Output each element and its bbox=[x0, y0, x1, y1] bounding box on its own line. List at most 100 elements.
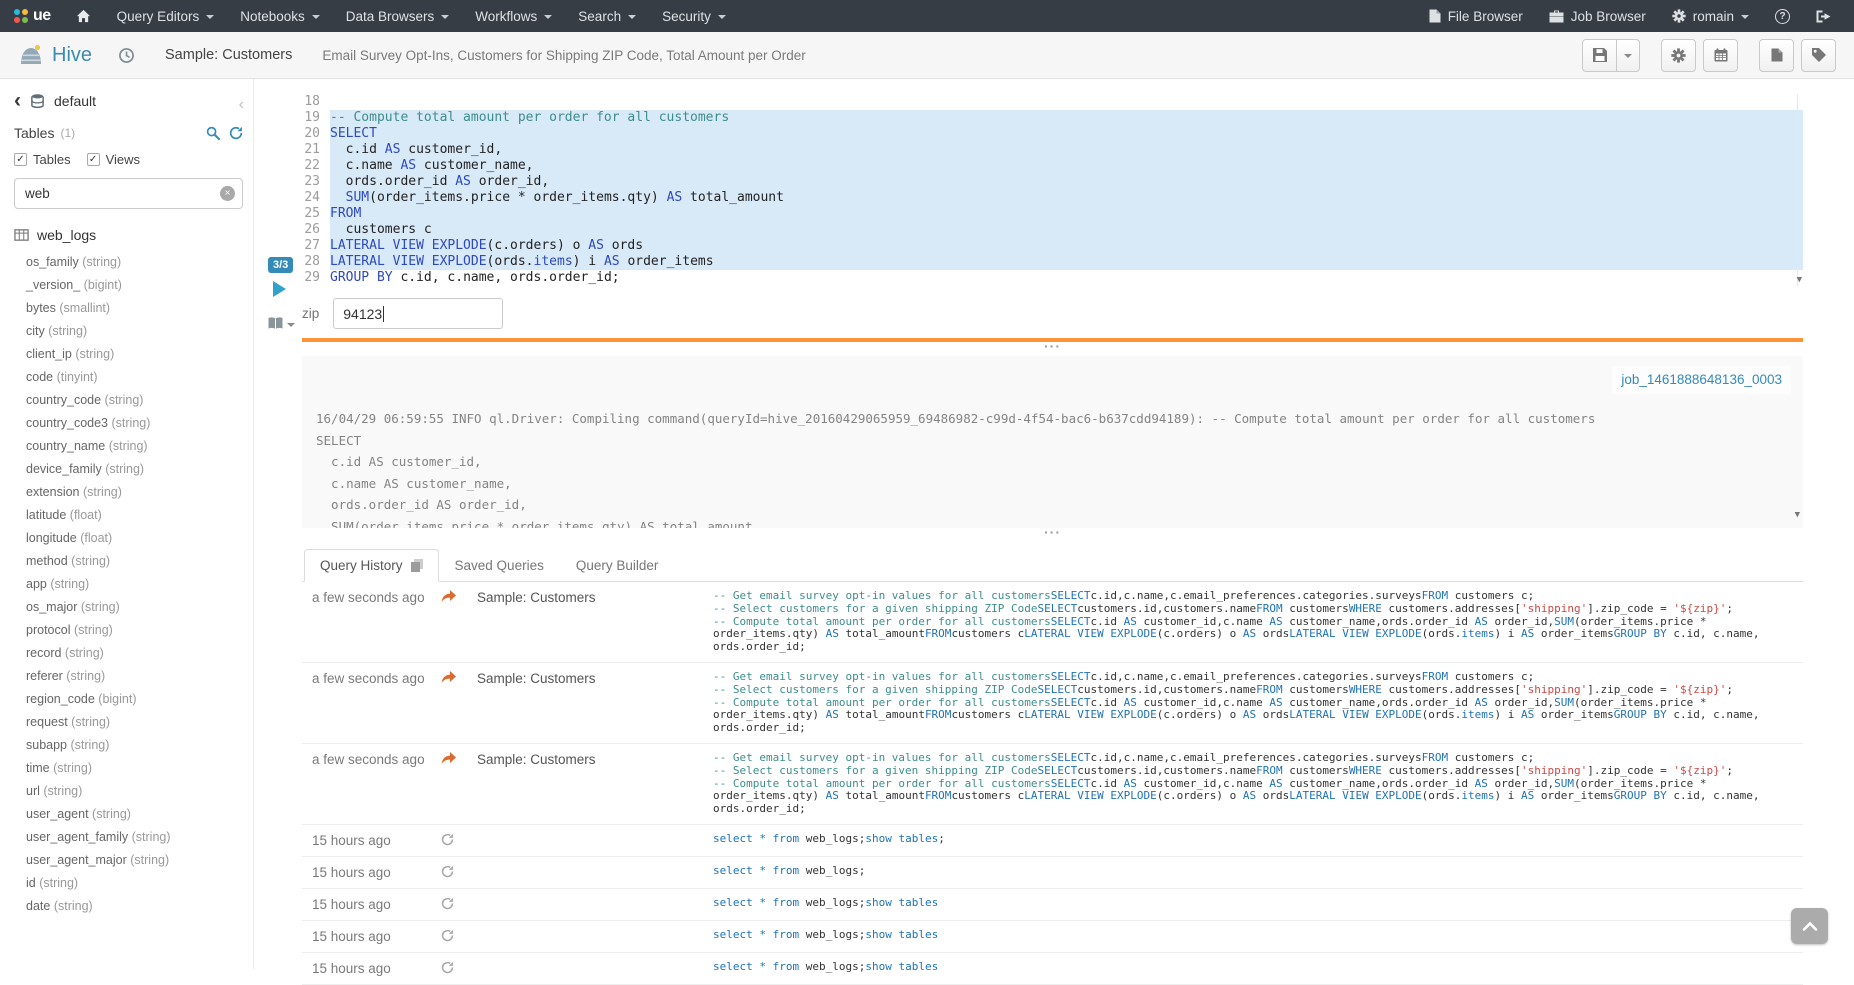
query-log-panel: 16/04/29 06:59:55 INFO ql.Driver: Compil… bbox=[302, 356, 1803, 528]
menu-search[interactable]: Search bbox=[565, 0, 649, 32]
history-row[interactable]: a few seconds agoSample: Customers-- Get… bbox=[302, 582, 1803, 663]
column-item-os-family[interactable]: os_family (string) bbox=[14, 251, 243, 274]
tab-saved-queries[interactable]: Saved Queries bbox=[439, 549, 560, 582]
column-item-extension[interactable]: extension (string) bbox=[14, 481, 243, 504]
user-menu[interactable]: romain bbox=[1659, 0, 1762, 32]
column-item-city[interactable]: city (string) bbox=[14, 320, 243, 343]
column-item-subapp[interactable]: subapp (string) bbox=[14, 734, 243, 757]
history-row[interactable]: 15 hours agoselect * from web_logs;show … bbox=[302, 921, 1803, 953]
column-item-code[interactable]: code (tinyint) bbox=[14, 366, 243, 389]
tab-query-builder[interactable]: Query Builder bbox=[560, 549, 675, 582]
schedule-button[interactable] bbox=[1703, 39, 1738, 72]
column-item-longitude[interactable]: longitude (float) bbox=[14, 527, 243, 550]
logout-button[interactable] bbox=[1803, 0, 1844, 32]
log-scroll-down-icon[interactable]: ▼ bbox=[1795, 505, 1800, 527]
table-search-input[interactable] bbox=[14, 178, 243, 209]
editor-scrollbar[interactable] bbox=[1797, 94, 1798, 286]
column-item-method[interactable]: method (string) bbox=[14, 550, 243, 573]
history-sql: -- Get email survey opt-in values for al… bbox=[713, 590, 1803, 654]
history-query-name: Sample: Customers bbox=[477, 752, 713, 767]
history-row[interactable]: 15 hours agoselect * from web_logs;show … bbox=[302, 825, 1803, 857]
column-item-request[interactable]: request (string) bbox=[14, 711, 243, 734]
history-row[interactable]: 15 hours agoselect * from web_logs; bbox=[302, 857, 1803, 889]
column-item-country-code[interactable]: country_code (string) bbox=[14, 389, 243, 412]
recent-queries-icon[interactable] bbox=[118, 47, 135, 64]
column-item-id[interactable]: id (string) bbox=[14, 872, 243, 895]
app-name[interactable]: Hive bbox=[52, 44, 92, 67]
database-name[interactable]: default bbox=[54, 93, 96, 109]
home-icon bbox=[76, 9, 91, 23]
search-tables-icon[interactable] bbox=[206, 126, 220, 140]
home-button[interactable] bbox=[63, 0, 104, 32]
table-item-web-logs[interactable]: web_logs bbox=[14, 227, 243, 243]
app-header: Hive Sample: Customers Email Survey Opt-… bbox=[0, 32, 1854, 79]
saved-query-toggle[interactable] bbox=[268, 317, 295, 330]
column-item-device-family[interactable]: device_family (string) bbox=[14, 458, 243, 481]
filter-views-checkbox[interactable]: ✓Views bbox=[87, 152, 140, 167]
scroll-to-top-button[interactable] bbox=[1791, 908, 1828, 944]
code-line: c.id AS customer_id, bbox=[330, 142, 1803, 158]
results-resize-handle[interactable]: ··· bbox=[302, 530, 1803, 538]
result-tabs: Query HistorySaved QueriesQuery Builder bbox=[302, 548, 1803, 582]
column-item-protocol[interactable]: protocol (string) bbox=[14, 619, 243, 642]
column-list: os_family (string)_version_ (bigint)byte… bbox=[14, 251, 243, 918]
job-link[interactable]: job_1461888648136_0003 bbox=[1612, 366, 1791, 394]
hue-logo[interactable]: ue bbox=[12, 7, 63, 25]
history-row[interactable]: 15 hours agoselect * from web_logs;show … bbox=[302, 889, 1803, 921]
help-button[interactable]: ? bbox=[1762, 0, 1803, 32]
filter-tables-checkbox[interactable]: ✓Tables bbox=[14, 152, 71, 167]
column-item-region-code[interactable]: region_code (bigint) bbox=[14, 688, 243, 711]
history-time: a few seconds ago bbox=[312, 752, 437, 767]
log-resize-handle[interactable]: ··· bbox=[302, 344, 1803, 352]
column-item-user-agent-major[interactable]: user_agent_major (string) bbox=[14, 849, 243, 872]
settings-button[interactable] bbox=[1661, 39, 1696, 72]
refresh-tables-icon[interactable] bbox=[229, 126, 243, 140]
column-item-user-agent-family[interactable]: user_agent_family (string) bbox=[14, 826, 243, 849]
job-browser-link[interactable]: Job Browser bbox=[1536, 0, 1659, 32]
execute-query-button[interactable] bbox=[273, 281, 286, 297]
menu-notebooks[interactable]: Notebooks bbox=[227, 0, 333, 32]
menu-query-editors[interactable]: Query Editors bbox=[104, 0, 228, 32]
collapse-sidebar-icon[interactable]: ‹ bbox=[239, 96, 244, 114]
tab-query-history[interactable]: Query History bbox=[304, 549, 439, 582]
file-browser-link[interactable]: File Browser bbox=[1416, 0, 1536, 32]
column-item-app[interactable]: app (string) bbox=[14, 573, 243, 596]
reload-icon bbox=[441, 865, 454, 878]
menu-data-browsers[interactable]: Data Browsers bbox=[333, 0, 463, 32]
column-item-referer[interactable]: referer (string) bbox=[14, 665, 243, 688]
column-item-time[interactable]: time (string) bbox=[14, 757, 243, 780]
new-document-button[interactable] bbox=[1759, 39, 1794, 72]
tags-icon bbox=[1812, 48, 1826, 62]
line-number: 22 bbox=[302, 158, 330, 174]
column-item--version-[interactable]: _version_ (bigint) bbox=[14, 274, 243, 297]
forward-icon bbox=[441, 590, 456, 603]
column-item-user-agent[interactable]: user_agent (string) bbox=[14, 803, 243, 826]
sql-editor[interactable]: 1819-- Compute total amount per order fo… bbox=[302, 94, 1803, 286]
column-item-record[interactable]: record (string) bbox=[14, 642, 243, 665]
column-item-bytes[interactable]: bytes (smallint) bbox=[14, 297, 243, 320]
top-navbar: ue Query EditorsNotebooksData BrowsersWo… bbox=[0, 0, 1854, 32]
column-item-country-code3[interactable]: country_code3 (string) bbox=[14, 412, 243, 435]
cog-icon bbox=[1672, 9, 1686, 23]
column-item-latitude[interactable]: latitude (float) bbox=[14, 504, 243, 527]
clear-search-icon[interactable]: × bbox=[220, 186, 235, 201]
column-item-date[interactable]: date (string) bbox=[14, 895, 243, 918]
history-row[interactable]: a few seconds agoSample: Customers-- Get… bbox=[302, 663, 1803, 744]
column-item-os-major[interactable]: os_major (string) bbox=[14, 596, 243, 619]
history-rows: a few seconds ago Sample: Customers -- Get… bbox=[302, 582, 1803, 985]
save-button[interactable] bbox=[1582, 39, 1617, 72]
menu-workflows[interactable]: Workflows bbox=[462, 0, 565, 32]
column-item-url[interactable]: url (string) bbox=[14, 780, 243, 803]
variable-input[interactable]: 94123 bbox=[333, 298, 503, 329]
column-item-client-ip[interactable]: client_ip (string) bbox=[14, 343, 243, 366]
menu-security[interactable]: Security bbox=[649, 0, 739, 32]
editor-scroll-down-icon[interactable]: ▼ bbox=[1797, 272, 1802, 288]
save-options-caret[interactable] bbox=[1617, 39, 1640, 72]
query-title[interactable]: Sample: Customers bbox=[165, 47, 292, 63]
tags-button[interactable] bbox=[1801, 39, 1836, 72]
reload-icon bbox=[441, 833, 454, 846]
table-name: web_logs bbox=[37, 227, 96, 243]
back-arrow-icon[interactable]: ‹ bbox=[14, 94, 21, 108]
column-item-country-name[interactable]: country_name (string) bbox=[14, 435, 243, 458]
history-row[interactable]: a few seconds agoSample: Customers-- Get… bbox=[302, 744, 1803, 825]
